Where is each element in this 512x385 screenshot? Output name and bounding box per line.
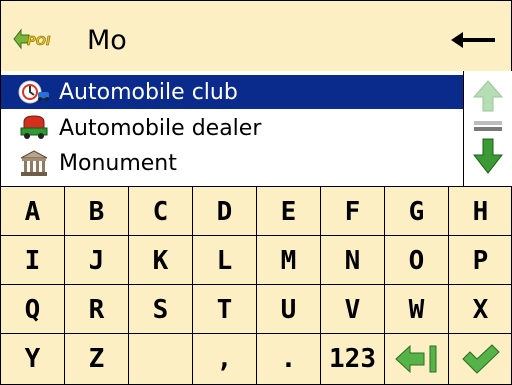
key-backspace[interactable] — [385, 335, 448, 382]
svg-text:POI: POI — [27, 34, 51, 48]
automobile-dealer-icon — [15, 113, 53, 143]
key-a[interactable]: A — [1, 188, 64, 235]
key-g[interactable]: G — [385, 188, 448, 235]
result-automobile-dealer[interactable]: Automobile dealer — [1, 111, 463, 145]
monument-icon — [15, 148, 53, 178]
key-c[interactable]: C — [129, 188, 192, 235]
search-query[interactable]: Mo — [87, 25, 127, 56]
key-space[interactable] — [129, 335, 192, 382]
result-label: Monument — [59, 150, 177, 176]
key-f[interactable]: F — [321, 188, 384, 235]
key-comma[interactable]: , — [193, 335, 256, 382]
key-l[interactable]: L — [193, 237, 256, 284]
key-w[interactable]: W — [385, 286, 448, 333]
key-x[interactable]: X — [449, 286, 512, 333]
results-list: Automobile club Automobile dealer Monume… — [1, 71, 463, 187]
on-screen-keyboard: A B C D E F G H I J K L M N O P Q R S T … — [1, 187, 511, 384]
key-i[interactable]: I — [1, 237, 64, 284]
key-y[interactable]: Y — [1, 335, 64, 382]
poi-search-screen: POI Mo Automobile club Automobile dealer… — [0, 0, 512, 385]
key-period[interactable]: . — [257, 335, 320, 382]
key-n[interactable]: N — [321, 237, 384, 284]
search-header: POI Mo — [1, 1, 511, 72]
key-v[interactable]: V — [321, 286, 384, 333]
key-z[interactable]: Z — [65, 335, 128, 382]
result-automobile-club[interactable]: Automobile club — [1, 75, 463, 109]
key-d[interactable]: D — [193, 188, 256, 235]
key-r[interactable]: R — [65, 286, 128, 333]
backspace-green-icon — [394, 344, 436, 373]
scroll-up-icon[interactable] — [472, 79, 504, 117]
key-p[interactable]: P — [449, 237, 512, 284]
key-b[interactable]: B — [65, 188, 128, 235]
key-confirm[interactable] — [449, 335, 512, 382]
result-label: Automobile club — [59, 79, 238, 105]
key-k[interactable]: K — [129, 237, 192, 284]
scroll-panel — [463, 71, 512, 187]
key-o[interactable]: O — [385, 237, 448, 284]
scroll-down-icon[interactable] — [472, 137, 504, 177]
key-e[interactable]: E — [257, 188, 320, 235]
poi-icon: POI — [13, 28, 51, 50]
scroll-position-bar[interactable] — [472, 119, 504, 133]
backspace-arrow-icon[interactable] — [449, 29, 497, 51]
key-numbers[interactable]: 123 — [321, 335, 384, 382]
key-h[interactable]: H — [449, 188, 512, 235]
key-s[interactable]: S — [129, 286, 192, 333]
key-m[interactable]: M — [257, 237, 320, 284]
key-t[interactable]: T — [193, 286, 256, 333]
automobile-club-icon — [15, 77, 53, 107]
key-q[interactable]: Q — [1, 286, 64, 333]
checkmark-icon — [461, 343, 500, 374]
key-u[interactable]: U — [257, 286, 320, 333]
key-j[interactable]: J — [65, 237, 128, 284]
result-monument[interactable]: Monument — [1, 146, 463, 180]
result-label: Automobile dealer — [59, 115, 262, 141]
